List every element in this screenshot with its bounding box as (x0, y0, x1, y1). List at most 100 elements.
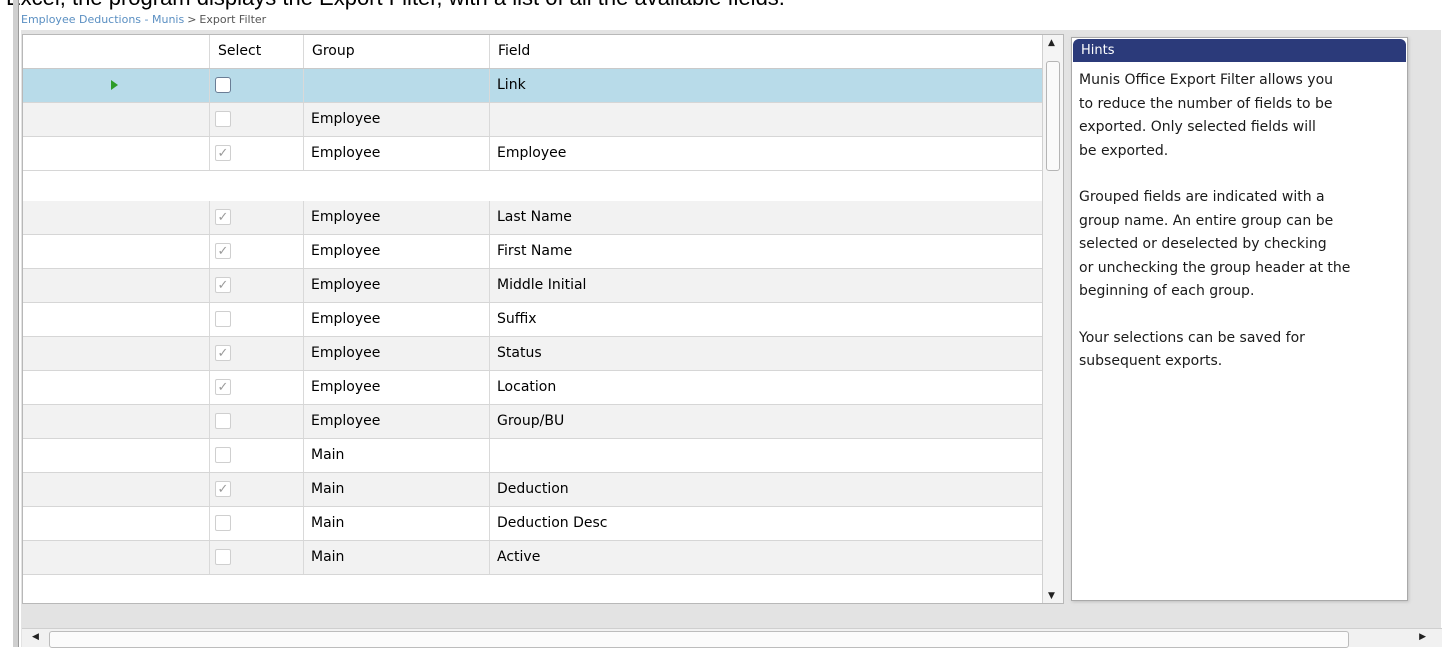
select-checkbox[interactable]: ✓ (215, 243, 231, 259)
group-cell: Employee (304, 405, 490, 438)
select-checkbox[interactable] (215, 515, 231, 531)
scroll-left-icon[interactable]: ◀ (32, 632, 39, 642)
field-cell: Suffix (490, 303, 1043, 336)
hints-paragraph-3: Your selections can be saved for subsequ… (1079, 329, 1305, 370)
group-cell: Employee (304, 137, 490, 170)
select-cell: ✓ (210, 269, 304, 302)
table-row[interactable]: ✓ Employee Employee (23, 137, 1043, 171)
select-cell (210, 507, 304, 540)
horizontal-scroll-thumb[interactable] (49, 631, 1349, 648)
field-cell: Employee (490, 137, 1043, 170)
select-checkbox[interactable]: ✓ (215, 345, 231, 361)
row-indicator-cell (23, 371, 210, 404)
header-row-indicator (23, 35, 210, 68)
select-checkbox[interactable] (215, 77, 231, 93)
breadcrumb: Employee Deductions - Munis > Export Filte… (21, 10, 1437, 30)
select-checkbox[interactable] (215, 549, 231, 565)
select-cell: ✓ (210, 137, 304, 170)
header-field[interactable]: Field (490, 35, 1043, 68)
select-cell (210, 69, 304, 102)
row-indicator-cell (23, 201, 210, 234)
group-cell: Employee (304, 103, 490, 136)
select-checkbox[interactable]: ✓ (215, 277, 231, 293)
table-row[interactable]: Main Deduction Desc (23, 507, 1043, 541)
hints-title: Hints (1073, 39, 1406, 62)
group-cell: Employee (304, 201, 490, 234)
field-cell: Deduction (490, 473, 1043, 506)
group-cell: Employee (304, 371, 490, 404)
breadcrumb-current: Export Filter (199, 13, 267, 26)
select-cell: ✓ (210, 371, 304, 404)
table-row[interactable]: Main (23, 439, 1043, 473)
field-cell: First Name (490, 235, 1043, 268)
row-indicator-cell (23, 235, 210, 268)
horizontal-scrollbar[interactable]: ◀ ▶ (22, 628, 1442, 648)
select-checkbox[interactable]: ✓ (215, 145, 231, 161)
select-cell: ✓ (210, 201, 304, 234)
group-cell: Main (304, 507, 490, 540)
table-row[interactable]: ✓ Employee Location (23, 371, 1043, 405)
row-indicator-cell (23, 541, 210, 574)
export-filter-grid: Select Group Field Link Employee ✓ Employee… (22, 34, 1064, 604)
table-row[interactable]: ✓ Employee Last Name (23, 201, 1043, 235)
select-cell: ✓ (210, 337, 304, 370)
breadcrumb-link-employee-deductions[interactable]: Employee Deductions - Munis (21, 13, 184, 26)
row-indicator-cell (23, 269, 210, 302)
table-row[interactable]: Employee (23, 103, 1043, 137)
row-indicator-cell (23, 405, 210, 438)
select-cell (210, 439, 304, 472)
group-cell: Employee (304, 269, 490, 302)
table-row[interactable]: ✓ Employee Middle Initial (23, 269, 1043, 303)
select-checkbox[interactable] (215, 311, 231, 327)
table-row[interactable]: ✓ Employee First Name (23, 235, 1043, 269)
table-row[interactable]: Employee Suffix (23, 303, 1043, 337)
field-cell (490, 439, 1043, 472)
scroll-down-icon[interactable]: ▼ (1048, 591, 1055, 601)
table-row[interactable]: Employee Group/BU (23, 405, 1043, 439)
window-left-border (13, 0, 19, 647)
select-cell (210, 405, 304, 438)
field-cell: Location (490, 371, 1043, 404)
row-spacer (23, 171, 1043, 201)
scroll-up-icon[interactable]: ▲ (1048, 38, 1055, 48)
table-row[interactable]: Link (23, 69, 1043, 103)
field-cell: Link (490, 69, 1043, 102)
row-indicator-cell (23, 439, 210, 472)
group-cell: Main (304, 473, 490, 506)
select-checkbox[interactable] (215, 111, 231, 127)
select-checkbox[interactable] (215, 413, 231, 429)
row-indicator-cell (23, 303, 210, 336)
caption-text: Excel, the program displays the Export F… (6, 0, 785, 10)
table-row[interactable]: ✓ Employee Status (23, 337, 1043, 371)
field-cell: Middle Initial (490, 269, 1043, 302)
select-cell (210, 103, 304, 136)
select-checkbox[interactable]: ✓ (215, 379, 231, 395)
header-select[interactable]: Select (210, 35, 304, 68)
grid-rows: Link Employee ✓ Employee Employee ✓ Employee La… (23, 69, 1043, 575)
hints-body: Munis Office Export Filter allows you to… (1072, 63, 1407, 403)
select-checkbox[interactable]: ✓ (215, 209, 231, 225)
table-row[interactable]: ✓ Main Deduction (23, 473, 1043, 507)
current-row-arrow-icon (111, 80, 118, 90)
field-cell: Last Name (490, 201, 1043, 234)
row-indicator-cell (23, 507, 210, 540)
field-cell: Active (490, 541, 1043, 574)
row-indicator-cell (23, 69, 210, 102)
group-cell: Main (304, 439, 490, 472)
vertical-scroll-thumb[interactable] (1046, 61, 1060, 171)
select-checkbox[interactable]: ✓ (215, 481, 231, 497)
grid-header: Select Group Field (23, 35, 1043, 69)
select-cell: ✓ (210, 235, 304, 268)
select-cell: ✓ (210, 473, 304, 506)
hints-panel: Hints Munis Office Export Filter allows … (1071, 37, 1408, 601)
select-cell (210, 541, 304, 574)
group-cell: Employee (304, 303, 490, 336)
select-checkbox[interactable] (215, 447, 231, 463)
scroll-right-icon[interactable]: ▶ (1419, 632, 1426, 642)
vertical-scrollbar[interactable]: ▲ ▼ (1042, 35, 1063, 603)
group-cell: Employee (304, 235, 490, 268)
field-cell: Group/BU (490, 405, 1043, 438)
row-indicator-cell (23, 473, 210, 506)
table-row[interactable]: Main Active (23, 541, 1043, 575)
header-group[interactable]: Group (304, 35, 490, 68)
